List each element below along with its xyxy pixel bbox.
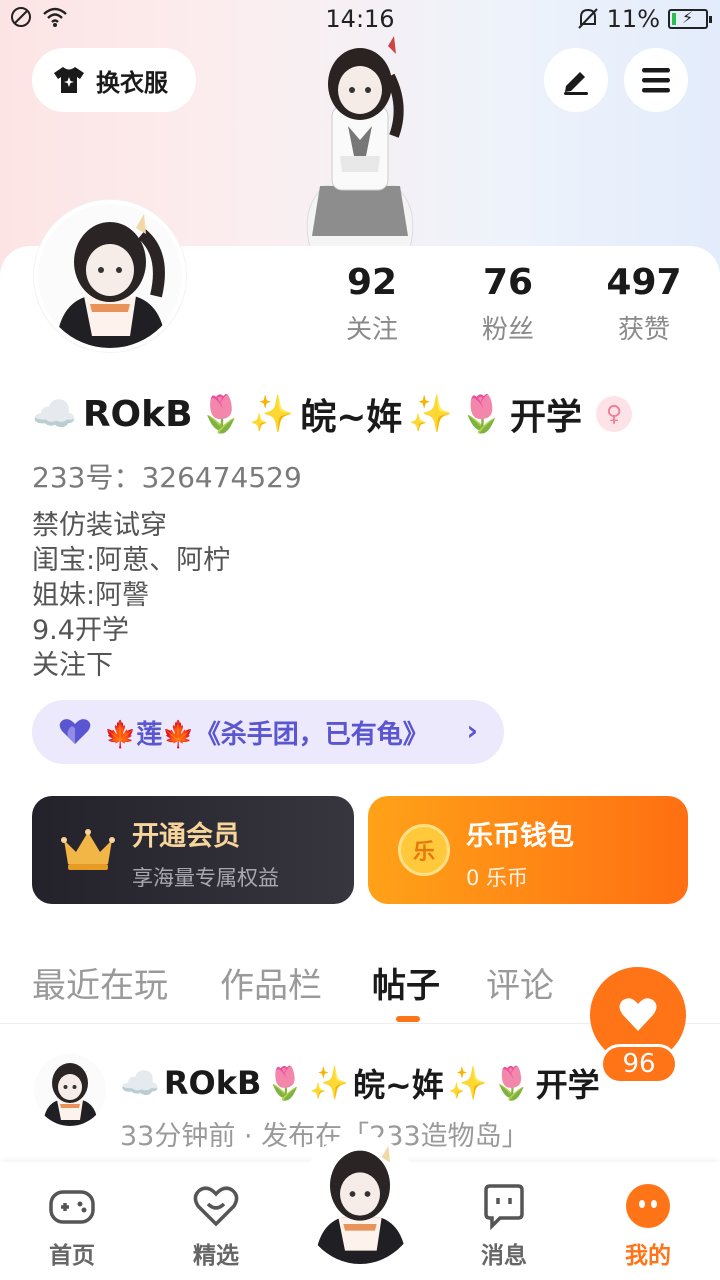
female-icon: ♀ (596, 396, 633, 432)
battery-percent: 11% (606, 5, 660, 33)
tulip-emoji: 🌷 (265, 1064, 306, 1102)
nav-messages[interactable]: 消息 (454, 1162, 554, 1280)
cloud-emoji: ☁️ (120, 1064, 160, 1102)
guild-chip[interactable]: 🍁莲🍁《杀手团，已有龟》 › (32, 700, 504, 764)
nav-messages-label: 消息 (481, 1243, 527, 1269)
bio: 禁仿装试穿 闺宝:阿葸、阿柠 姐妹:阿謦 9.4开学 关注下 (32, 508, 230, 683)
tulip-emoji: 🌷 (459, 394, 505, 435)
mute-bell-icon (577, 8, 598, 29)
profile-avatar[interactable] (34, 200, 186, 352)
heart-box-icon (193, 1186, 239, 1227)
sparkle-emoji: ✨ (447, 1064, 488, 1102)
following-label: 关注 (345, 315, 398, 345)
name-part-1: ROkB (82, 393, 193, 435)
nav-me-label: 我的 (625, 1243, 671, 1269)
bio-line: 姐妹:阿謦 (32, 580, 150, 611)
coin-icon: 乐 (398, 824, 450, 876)
sparkle-emoji: ✨ (408, 394, 454, 435)
pen-icon (564, 72, 588, 95)
heart-icon (59, 719, 91, 744)
post-author-name[interactable]: ☁️ ROkB 🌷 ✨ 皖~姩 ✨ 🌷 开学 (120, 1060, 600, 1106)
guild-name: 莲 (136, 719, 163, 750)
cloud-emoji: ☁️ (32, 394, 77, 435)
chat-icon (484, 1184, 524, 1230)
wallet-title: 乐币钱包 (466, 821, 574, 852)
stat-likes[interactable]: 497 获赞 (584, 262, 704, 346)
stat-following[interactable]: 92 关注 (312, 262, 432, 346)
tulip-emoji: 🌷 (198, 394, 244, 435)
bottom-nav: 首页 精选 消息 我的 (0, 1134, 720, 1280)
avatar-portrait-icon (38, 204, 182, 348)
battery-fill (672, 13, 676, 25)
avatar-portrait-icon (34, 1054, 106, 1126)
nav-featured-label: 精选 (193, 1243, 239, 1269)
menu-button[interactable] (624, 48, 688, 112)
avatar-icon (300, 1134, 420, 1264)
charging-bolt-icon: ⚡ (682, 8, 694, 27)
maple-leaf-emoji: 🍁 (162, 719, 195, 750)
maple-leaf-emoji: 🍁 (104, 719, 137, 750)
edit-profile-button[interactable] (544, 48, 608, 112)
nav-home[interactable]: 首页 (22, 1162, 122, 1280)
guild-title: 《杀手团，已有龟》 (194, 719, 429, 750)
chevron-right-icon: › (466, 714, 478, 747)
name-part-3: 开学 (510, 397, 583, 438)
gamepad-icon (49, 1190, 95, 1224)
sparkle-emoji: ✨ (249, 394, 295, 435)
tulip-emoji: 🌷 (491, 1064, 532, 1102)
tab-works[interactable]: 作品栏 (220, 958, 322, 1007)
tab-recent-played[interactable]: 最近在玩 (32, 958, 168, 1007)
stat-fans[interactable]: 76 粉丝 (448, 262, 568, 346)
likes-label: 获赞 (617, 315, 670, 345)
following-count: 92 (346, 262, 398, 303)
vip-subtitle: 享海量专属权益 (132, 866, 279, 890)
tab-comments[interactable]: 评论 (486, 958, 554, 1007)
status-bar: 14:16 11% ⚡ (0, 0, 720, 40)
tshirt-icon (54, 67, 84, 93)
fans-label: 粉丝 (481, 315, 534, 345)
fans-count: 76 (482, 262, 534, 303)
nav-avatar[interactable] (300, 1134, 420, 1264)
name-part-1: ROkB (163, 1064, 262, 1102)
tab-posts[interactable]: 帖子 (372, 958, 440, 1007)
vip-card[interactable]: 开通会员 享海量专属权益 (32, 796, 354, 904)
sparkle-emoji: ✨ (309, 1064, 350, 1102)
bio-line: 9.4开学 (32, 615, 129, 646)
nav-home-label: 首页 (49, 1243, 95, 1269)
heart-icon (619, 998, 657, 1031)
nav-featured[interactable]: 精选 (166, 1162, 266, 1280)
post-author-avatar[interactable] (34, 1054, 106, 1126)
likes-count: 497 (606, 262, 682, 303)
name-part-3: 开学 (535, 1066, 600, 1104)
dress-up-label: 换衣服 (96, 68, 168, 97)
name-part-2: 皖~姩 (353, 1066, 444, 1104)
nav-me[interactable]: 我的 (598, 1162, 698, 1280)
bio-line: 闺宝:阿葸、阿柠 (32, 545, 231, 576)
username: ☁️ ROkB 🌷 ✨ 皖~姩 ✨ 🌷 开学 ♀ (32, 388, 633, 440)
bio-line: 关注下 (32, 650, 113, 681)
bio-line: 禁仿装试穿 (32, 510, 167, 541)
active-tab-indicator (396, 1016, 420, 1022)
profile-face-icon (626, 1184, 670, 1228)
avatar-3d-figure[interactable] (270, 36, 450, 248)
guild-label: 🍁莲🍁《杀手团，已有龟》 (104, 714, 429, 751)
battery-icon: ⚡ (668, 8, 712, 29)
vip-title: 开通会员 (132, 821, 240, 852)
wallet-balance: 0 乐币 (466, 866, 529, 890)
like-count-badge: 96 (600, 1044, 678, 1084)
name-part-2: 皖~姩 (300, 397, 403, 438)
dress-up-button[interactable]: 换衣服 (32, 48, 196, 112)
menu-icon (642, 68, 670, 93)
user-id[interactable]: 233号：326474529 (32, 456, 302, 496)
crown-icon (61, 829, 115, 870)
wallet-card[interactable]: 乐 乐币钱包 0 乐币 (368, 796, 688, 904)
